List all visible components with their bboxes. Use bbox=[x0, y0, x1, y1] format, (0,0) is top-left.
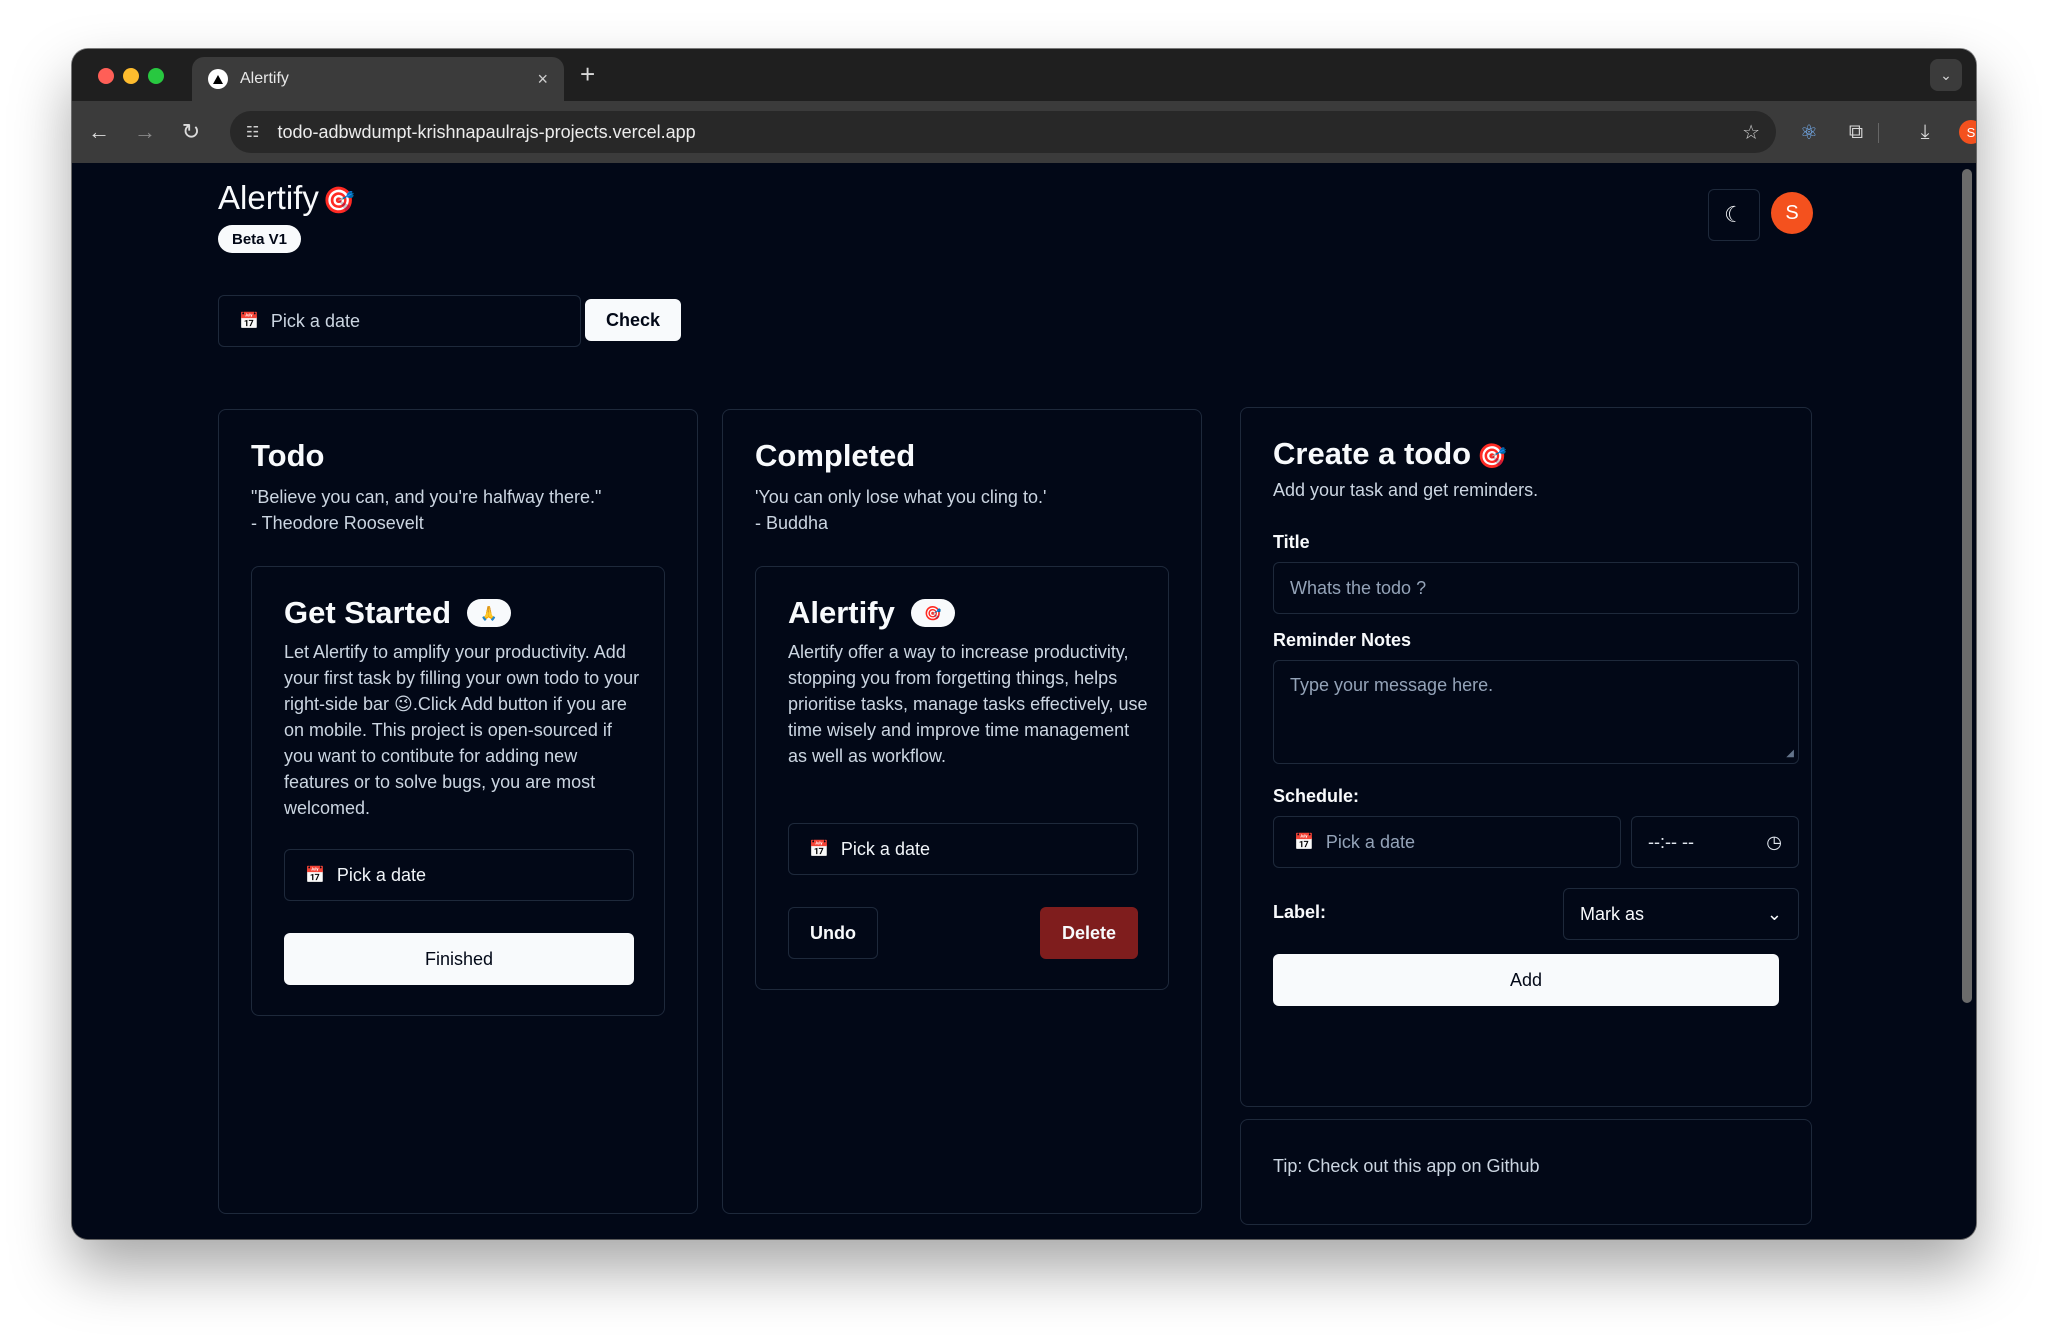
tab-strip: Alertify × + ⌄ bbox=[72, 49, 1976, 101]
todo-card-date-picker[interactable]: 📅 Pick a date bbox=[284, 849, 634, 901]
forward-arrow-icon[interactable]: → bbox=[128, 115, 162, 149]
completed-quote: 'You can only lose what you cling to.' -… bbox=[755, 484, 1046, 536]
todo-card-title-text: Get Started bbox=[284, 595, 452, 630]
address-bar[interactable]: ☷ todo-adbwdumpt-krishnapaulrajs-project… bbox=[230, 111, 1776, 153]
schedule-label: Schedule: bbox=[1273, 786, 1360, 806]
completed-card-alertify: Alertify 🎯 Alertify offer a way to incre… bbox=[755, 566, 1169, 990]
schedule-time-value: --:-- -- bbox=[1648, 831, 1694, 852]
page-content: Alertify 🎯 Beta V1 ☾ S 📅 Pick a date Chec… bbox=[72, 163, 1976, 1239]
maximize-window-button[interactable] bbox=[148, 68, 164, 84]
beta-badge: Beta V1 bbox=[218, 225, 302, 253]
filter-date-placeholder: Pick a date bbox=[270, 310, 360, 331]
schedule-date-picker[interactable]: 📅 Pick a date bbox=[1273, 816, 1621, 868]
title-input[interactable]: Whats the todo ? bbox=[1273, 562, 1799, 614]
calendar-icon: 📅 bbox=[1294, 834, 1314, 851]
react-devtools-extension-icon[interactable]: ⚛ bbox=[1792, 115, 1826, 149]
bookmark-star-icon[interactable]: ☆ bbox=[1742, 120, 1760, 145]
completed-card-date-placeholder: Pick a date bbox=[840, 838, 930, 859]
calendar-icon: 📅 bbox=[305, 867, 325, 884]
create-todo-panel: Create a todo 🎯 Add your task and get rem… bbox=[1240, 407, 1812, 1107]
todo-quote-author: - Theodore Roosevelt bbox=[251, 513, 424, 533]
delete-button[interactable]: Delete bbox=[1040, 907, 1138, 959]
moon-icon: ☾ bbox=[1724, 202, 1744, 227]
check-button[interactable]: Check bbox=[585, 299, 681, 341]
todo-card-get-started: Get Started 🙏 Let Alertify to amplify yo… bbox=[251, 566, 665, 1016]
brand-name: Alertify bbox=[218, 179, 319, 216]
completed-card-date-picker[interactable]: 📅 Pick a date bbox=[788, 823, 1138, 875]
completed-card-description: Alertify offer a way to increase product… bbox=[788, 642, 1148, 766]
schedule-time-input[interactable]: --:-- -- ◷ bbox=[1631, 816, 1799, 868]
title-label: Title bbox=[1273, 532, 1310, 552]
clock-icon[interactable]: ◷ bbox=[1766, 832, 1782, 853]
completed-quote-text: 'You can only lose what you cling to.' bbox=[755, 487, 1047, 507]
completed-card-title-text: Alertify bbox=[788, 595, 895, 630]
vercel-favicon-icon bbox=[208, 69, 228, 89]
toolbar-divider bbox=[1878, 123, 1879, 143]
todo-card-date-placeholder: Pick a date bbox=[336, 864, 426, 885]
profile-avatar[interactable]: S bbox=[1954, 115, 1976, 149]
completed-heading: Completed bbox=[755, 438, 916, 473]
tip-card: Tip: Check out this app on Github bbox=[1240, 1119, 1812, 1225]
browser-tab[interactable]: Alertify × bbox=[192, 57, 564, 101]
todo-column: Todo "Believe you can, and you're halfwa… bbox=[218, 409, 698, 1214]
tab-close-icon[interactable]: × bbox=[537, 69, 548, 90]
title-input-placeholder: Whats the todo ? bbox=[1290, 577, 1427, 598]
todo-quote-text: "Believe you can, and you're halfway the… bbox=[251, 487, 602, 507]
pray-emoji-icon: 🙏 bbox=[467, 599, 512, 627]
dart-target-icon: 🎯 bbox=[910, 599, 955, 627]
theme-toggle-button[interactable]: ☾ bbox=[1708, 189, 1760, 241]
site-settings-icon[interactable]: ☷ bbox=[246, 123, 259, 141]
new-tab-button[interactable]: + bbox=[580, 59, 595, 90]
reminder-notes-label: Reminder Notes bbox=[1273, 630, 1412, 650]
close-window-button[interactable] bbox=[98, 68, 114, 84]
undo-button[interactable]: Undo bbox=[788, 907, 878, 959]
calendar-icon: 📅 bbox=[239, 313, 259, 330]
download-icon[interactable]: ⤓ bbox=[1908, 115, 1942, 149]
browser-toolbar: ← → ↻ ☷ todo-adbwdumpt-krishnapaulrajs-p… bbox=[72, 101, 1976, 163]
reload-icon[interactable]: ↻ bbox=[174, 115, 208, 149]
completed-column: Completed 'You can only lose what you cl… bbox=[722, 409, 1202, 1214]
todo-card-title: Get Started 🙏 bbox=[284, 595, 512, 631]
page-scrollbar[interactable] bbox=[1962, 169, 1972, 1003]
dart-target-icon: 🎯 bbox=[322, 185, 356, 215]
todo-card-description: Let Alertify to amplify your productivit… bbox=[284, 642, 640, 818]
label-select-value: Mark as bbox=[1580, 903, 1645, 924]
todo-heading: Todo bbox=[251, 438, 325, 473]
profile-avatar-letter: S bbox=[1959, 120, 1976, 144]
tab-title: Alertify bbox=[240, 70, 289, 87]
address-url[interactable]: todo-adbwdumpt-krishnapaulrajs-projects.… bbox=[277, 122, 1742, 143]
create-todo-heading-text: Create a todo bbox=[1273, 436, 1472, 471]
brand-title[interactable]: Alertify 🎯 bbox=[218, 179, 355, 217]
todo-quote: "Believe you can, and you're halfway the… bbox=[251, 484, 601, 536]
filter-date-picker[interactable]: 📅 Pick a date bbox=[218, 295, 581, 347]
calendar-icon: 📅 bbox=[809, 841, 829, 858]
label-label: Label: bbox=[1273, 902, 1327, 922]
reminder-notes-placeholder: Type your message here. bbox=[1290, 675, 1494, 695]
completed-card-title: Alertify 🎯 bbox=[788, 595, 955, 631]
completed-quote-author: - Buddha bbox=[755, 513, 829, 533]
resize-handle-icon[interactable]: ◢ bbox=[1786, 748, 1794, 759]
schedule-date-placeholder: Pick a date bbox=[1325, 831, 1415, 852]
add-button[interactable]: Add bbox=[1273, 954, 1779, 1006]
reminder-notes-textarea[interactable]: Type your message here. ◢ bbox=[1273, 660, 1799, 764]
finished-button[interactable]: Finished bbox=[284, 933, 634, 985]
minimize-window-button[interactable] bbox=[123, 68, 139, 84]
chevron-down-icon: ⌄ bbox=[1766, 903, 1782, 924]
user-avatar[interactable]: S bbox=[1771, 192, 1813, 234]
dart-target-icon: 🎯 bbox=[1477, 443, 1507, 470]
tab-search-chevron-icon[interactable]: ⌄ bbox=[1930, 59, 1962, 91]
label-select[interactable]: Mark as ⌄ bbox=[1563, 888, 1799, 940]
browser-window: Alertify × + ⌄ ← → ↻ ☷ todo-adbwdumpt-kr… bbox=[72, 49, 1976, 1239]
create-todo-subtitle: Add your task and get reminders. bbox=[1273, 480, 1539, 500]
tip-text[interactable]: Tip: Check out this app on Github bbox=[1273, 1156, 1539, 1177]
back-arrow-icon[interactable]: ← bbox=[82, 115, 116, 149]
extensions-puzzle-icon[interactable]: ⧉ bbox=[1839, 115, 1873, 149]
create-todo-heading: Create a todo 🎯 bbox=[1273, 436, 1507, 472]
